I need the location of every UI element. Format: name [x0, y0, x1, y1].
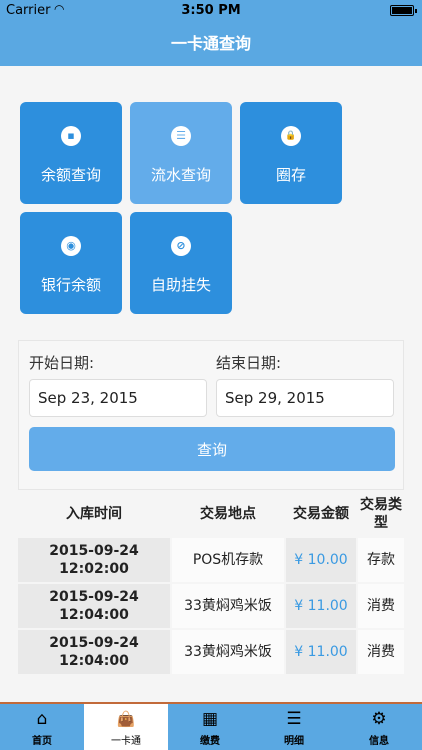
cell-type: 消费 [358, 630, 404, 674]
cell-type: 消费 [358, 584, 404, 628]
tab-label: 一卡通 [111, 736, 141, 747]
cell-place: 33黄焖鸡米饭 [172, 584, 284, 628]
cell-amount: ¥ 11.00 [286, 630, 356, 674]
tab-bar: ⌂ 首页 👜 一卡通 ▦ 缴费 ☰ 明细 ⚙ 信息 [0, 702, 422, 750]
cell-type: 存款 [358, 538, 404, 582]
table-row: 2015-09-24 12:04:00 33黄焖鸡米饭 ¥ 11.00 消费 [18, 584, 404, 628]
date-query-panel: 开始日期: 结束日期: 查询 [18, 340, 404, 490]
status-bar: Carrier ◠ 3:50 PM [0, 0, 422, 22]
nav-bar: 一卡通查询 [0, 22, 422, 66]
tab-label: 首页 [32, 736, 52, 747]
query-button[interactable]: 查询 [29, 427, 395, 471]
tile-balance-query[interactable]: ▪ 余额查询 [20, 102, 122, 204]
tile-label: 余额查询 [40, 166, 101, 184]
tile-report-loss[interactable]: ⊘ 自助挂失 [130, 212, 232, 314]
tab-label: 信息 [369, 736, 389, 747]
table-row: 2015-09-24 12:02:00 POS机存款 ¥ 10.00 存款 [18, 538, 404, 582]
tab-home[interactable]: ⌂ 首页 [0, 704, 84, 750]
tile-transfer-load[interactable]: 🔒 圈存 [240, 102, 342, 204]
list-icon: ☰ [171, 126, 191, 146]
tile-label: 自助挂失 [150, 276, 211, 294]
transaction-table: 2015-09-24 12:02:00 POS机存款 ¥ 10.00 存款 20… [18, 538, 404, 676]
table-header: 入库时间 交易地点 交易金额 交易类型 [18, 492, 404, 536]
tile-bank-balance[interactable]: ◉ 银行余额 [20, 212, 122, 314]
home-icon: ⌂ [36, 709, 48, 729]
start-date-input[interactable] [29, 379, 207, 417]
column-header-place: 交易地点 [200, 506, 256, 522]
start-date-label: 开始日期: [29, 354, 95, 372]
tab-details[interactable]: ☰ 明细 [252, 704, 336, 750]
tile-label: 流水查询 [150, 166, 211, 184]
tile-label: 圈存 [275, 166, 306, 184]
tab-label: 明细 [284, 736, 304, 747]
table-row: 2015-09-24 12:04:00 33黄焖鸡米饭 ¥ 11.00 消费 [18, 630, 404, 674]
chat-bubble-icon: ▪ [61, 126, 81, 146]
cell-place: POS机存款 [172, 538, 284, 582]
lock-icon: 🔒 [281, 126, 301, 146]
ban-icon: ⊘ [171, 236, 191, 256]
cell-time: 2015-09-24 12:04:00 [18, 584, 170, 628]
tile-label: 银行余额 [40, 276, 101, 294]
cell-amount: ¥ 11.00 [286, 584, 356, 628]
column-header-amount: 交易金额 [293, 506, 349, 522]
tile-transaction-query[interactable]: ☰ 流水查询 [130, 102, 232, 204]
tab-label: 缴费 [200, 736, 220, 747]
end-date-input[interactable] [216, 379, 394, 417]
bag-icon: 👜 [116, 710, 136, 728]
cell-amount: ¥ 10.00 [286, 538, 356, 582]
list-icon: ☰ [286, 709, 302, 729]
cell-time: 2015-09-24 12:04:00 [18, 630, 170, 674]
tab-info[interactable]: ⚙ 信息 [336, 704, 422, 750]
column-header-time: 入库时间 [66, 506, 122, 522]
cell-place: 33黄焖鸡米饭 [172, 630, 284, 674]
battery-icon [390, 5, 417, 16]
status-time: 3:50 PM [181, 3, 241, 18]
eye-icon: ◉ [61, 236, 81, 256]
grid-icon: ▦ [201, 709, 219, 729]
column-header-type: 交易类型 [360, 497, 402, 531]
page-title: 一卡通查询 [170, 34, 251, 53]
tab-campus-card[interactable]: 👜 一卡通 [84, 704, 168, 750]
gear-icon: ⚙ [371, 709, 387, 729]
cell-time: 2015-09-24 12:02:00 [18, 538, 170, 582]
tab-payment[interactable]: ▦ 缴费 [168, 704, 252, 750]
end-date-label: 结束日期: [216, 354, 282, 372]
